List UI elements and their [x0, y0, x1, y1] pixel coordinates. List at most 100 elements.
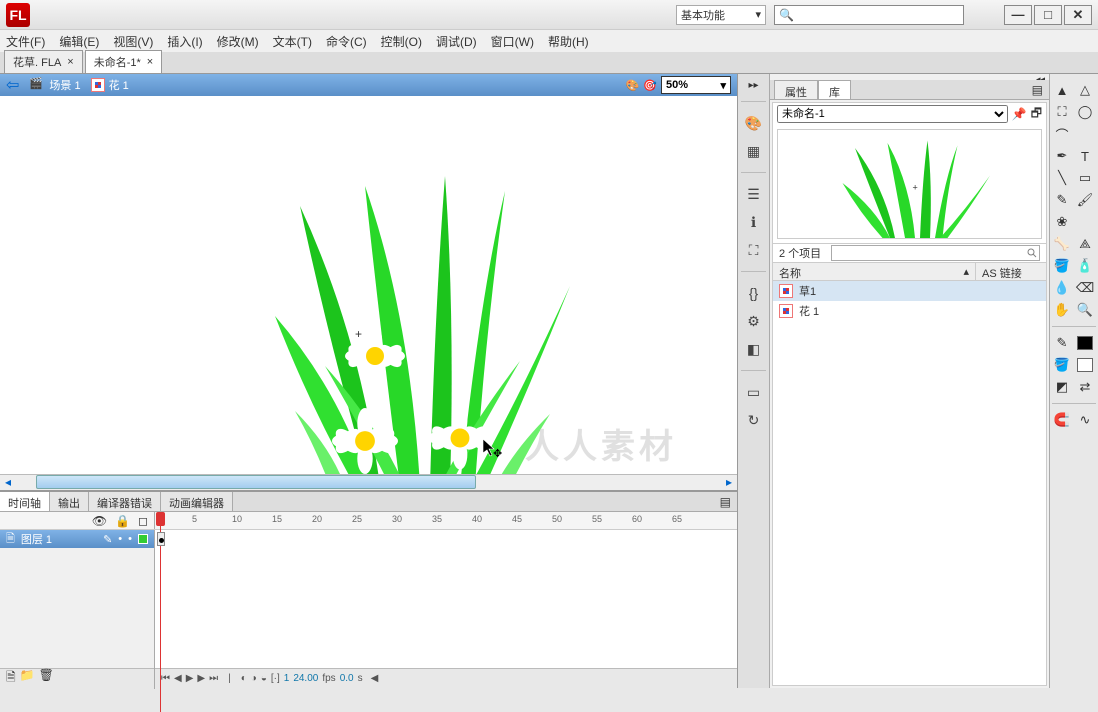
swatches-icon[interactable]: ▦	[743, 140, 765, 162]
brush-tool[interactable]: 🖌	[1075, 190, 1095, 210]
new-doc-icon[interactable]: 🗗	[1031, 104, 1042, 125]
back-button[interactable]: ⇦	[6, 75, 19, 95]
doc-tab[interactable]: 花草. FLA×	[4, 50, 83, 73]
first-frame-button[interactable]: ⏮	[161, 673, 170, 684]
transform-icon[interactable]: ⛶	[743, 239, 765, 261]
selection-tool[interactable]: ▲	[1052, 80, 1072, 100]
ink-bottle-tool[interactable]: 🧴	[1075, 256, 1095, 276]
marker-button[interactable]: [·]	[271, 673, 280, 684]
menu-insert[interactable]: 插入(I)	[167, 33, 202, 50]
lasso-tool[interactable]: ⌒	[1052, 124, 1072, 144]
tab-output[interactable]: 输出	[50, 492, 89, 511]
panel-menu-icon[interactable]: ▤	[714, 492, 737, 511]
library-search[interactable]	[831, 245, 1040, 261]
menu-text[interactable]: 文本(T)	[273, 33, 312, 50]
3d-rotation-tool[interactable]: ◯	[1075, 102, 1095, 122]
symbol-crumb[interactable]: 花 1	[91, 77, 129, 93]
pin-icon[interactable]: 📌	[1012, 107, 1027, 121]
menu-modify[interactable]: 修改(M)	[217, 33, 259, 50]
pen-tool[interactable]: ✒	[1052, 146, 1072, 166]
history-icon[interactable]: ↻	[743, 409, 765, 431]
eyedropper-tool[interactable]: 💧	[1052, 278, 1072, 298]
minimize-button[interactable]: —	[1004, 5, 1032, 25]
onion-outline-button[interactable]: ◑	[251, 673, 257, 684]
menu-file[interactable]: 文件(F)	[6, 33, 45, 50]
delete-layer-button[interactable]: 🗑	[39, 668, 54, 689]
free-transform-tool[interactable]: ⛶	[1052, 102, 1072, 122]
fill-color[interactable]: 🪣	[1052, 355, 1072, 375]
eraser-tool[interactable]: ⌫	[1075, 278, 1095, 298]
eye-icon[interactable]: 👁	[92, 514, 107, 528]
new-folder-button[interactable]: 📁	[20, 668, 35, 689]
line-tool[interactable]: ╲	[1052, 168, 1072, 188]
presets-icon[interactable]: ◧	[743, 338, 765, 360]
library-item[interactable]: 草1	[773, 281, 1046, 301]
doc-tab-active[interactable]: 未命名-1*×	[85, 50, 163, 73]
scene-crumb[interactable]: 🎬场景 1	[29, 77, 80, 93]
maximize-button[interactable]: □	[1034, 5, 1062, 25]
paint-bucket-tool[interactable]: 🪣	[1052, 256, 1072, 276]
close-icon[interactable]: ×	[147, 56, 153, 68]
library-item[interactable]: 花 1	[773, 301, 1046, 321]
bone-tool[interactable]: 🦴	[1052, 234, 1072, 254]
text-tool[interactable]: T	[1075, 146, 1095, 166]
panel-tab-properties[interactable]: 属性	[774, 80, 818, 99]
snap-tool[interactable]: 🧲	[1052, 410, 1072, 430]
next-frame-button[interactable]: ▶	[197, 673, 205, 684]
subselection-tool[interactable]: △	[1075, 80, 1095, 100]
frame-ruler[interactable]: 1 5 10 15 20 25 30 35 40 45 50 55 60 65	[155, 512, 737, 529]
smooth-tool[interactable]: ∿	[1075, 410, 1095, 430]
color-icon[interactable]: 🎨	[743, 112, 765, 134]
library-doc-select[interactable]: 未命名-1	[777, 105, 1008, 123]
menu-debug[interactable]: 调试(D)	[436, 33, 477, 50]
panel-tab-library[interactable]: 库	[818, 80, 851, 99]
stage[interactable]: + ✥	[0, 96, 737, 474]
code-icon[interactable]: {}	[743, 282, 765, 304]
edit-symbol-icon[interactable]: 🎯	[643, 79, 657, 92]
workspace-dropdown[interactable]: 基本功能▾	[676, 5, 766, 25]
onion-skin-button[interactable]: ◐	[241, 673, 247, 684]
menu-help[interactable]: 帮助(H)	[548, 33, 589, 50]
hand-tool[interactable]: ✋	[1052, 300, 1072, 320]
tab-timeline[interactable]: 时间轴	[0, 492, 50, 511]
menu-view[interactable]: 视图(V)	[113, 33, 153, 50]
stroke-color[interactable]: ✎	[1052, 333, 1072, 353]
bind-tool[interactable]: ⟁	[1075, 234, 1095, 254]
menu-commands[interactable]: 命令(C)	[326, 33, 367, 50]
search-input-top[interactable]: 🔍	[774, 5, 964, 25]
rectangle-tool[interactable]: ▭	[1075, 168, 1095, 188]
play-button[interactable]: ▶	[186, 673, 194, 684]
align-icon[interactable]: ☰	[743, 183, 765, 205]
frames-area[interactable]	[155, 530, 737, 668]
col-name[interactable]: 名称▴	[773, 263, 976, 280]
components-icon[interactable]: ⚙	[743, 310, 765, 332]
tab-errors[interactable]: 编译器错误	[89, 492, 161, 511]
swap-colors[interactable]: ⇄	[1075, 377, 1095, 397]
layer-row[interactable]: 🗎 图层 1 ✎ ••	[0, 530, 154, 548]
edit-multiple-button[interactable]: ◒	[261, 673, 267, 684]
pencil-tool[interactable]: ✎	[1052, 190, 1072, 210]
menu-edit[interactable]: 编辑(E)	[59, 33, 99, 50]
panel-menu-icon[interactable]: ▤	[1026, 80, 1049, 99]
menu-control[interactable]: 控制(O)	[381, 33, 422, 50]
deco-tool[interactable]: ❀	[1052, 212, 1072, 232]
info-icon[interactable]: ℹ	[743, 211, 765, 233]
project-icon[interactable]: ▭	[743, 381, 765, 403]
default-colors[interactable]: ◩	[1052, 377, 1072, 397]
h-scrollbar[interactable]: ◂ ▸	[0, 474, 737, 490]
stroke-swatch[interactable]	[1077, 336, 1093, 350]
expand-icon[interactable]: ▸▸	[748, 80, 758, 91]
prev-frame-button[interactable]: ◀	[174, 673, 182, 684]
outline-icon[interactable]: ◻	[138, 514, 148, 528]
close-button[interactable]: ✕	[1064, 5, 1092, 25]
zoom-dropdown[interactable]: 50%▾	[661, 76, 731, 94]
close-icon[interactable]: ×	[67, 56, 73, 68]
fill-swatch[interactable]	[1077, 358, 1093, 372]
tab-motion[interactable]: 动画编辑器	[161, 492, 233, 511]
new-layer-button[interactable]: 🗎	[6, 668, 16, 689]
last-frame-button[interactable]: ⏭	[209, 673, 218, 684]
zoom-tool[interactable]: 🔍	[1075, 300, 1095, 320]
col-linkage[interactable]: AS 链接	[976, 263, 1046, 280]
lock-icon[interactable]: 🔒	[115, 514, 130, 528]
edit-scene-icon[interactable]: 🎨	[626, 79, 640, 92]
